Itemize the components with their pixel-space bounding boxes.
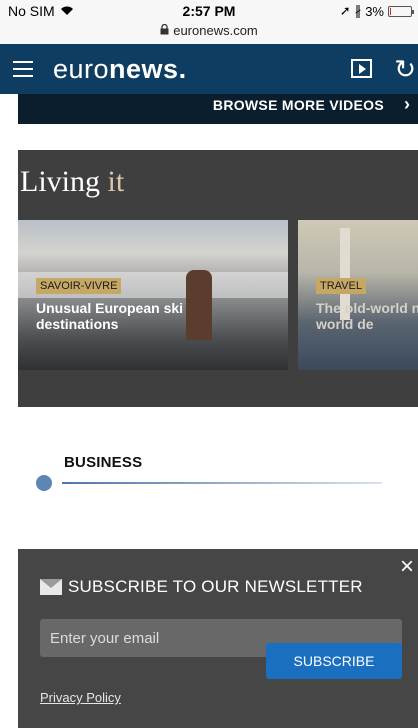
logo-prefix: euro <box>53 53 110 84</box>
status-right: ➚ ∦ 3% <box>339 3 414 19</box>
subscribe-button[interactable]: SUBSCRIBE <box>266 643 402 679</box>
article-card[interactable]: TRAVEL The old-world new-world de <box>298 220 418 370</box>
browse-more-videos[interactable]: BROWSE MORE VIDEOS › <box>18 94 418 124</box>
business-divider <box>62 482 382 484</box>
article-title[interactable]: The old-world new-world de <box>316 300 418 332</box>
section-title: Living it <box>20 165 124 199</box>
newsletter-title: SUBSCRIBE TO OUR NEWSLETTER <box>68 577 363 596</box>
menu-icon[interactable] <box>13 61 33 77</box>
newsletter-title-row: SUBSCRIBE TO OUR NEWSLETTER <box>40 577 363 597</box>
url-text: euronews.com <box>173 23 258 38</box>
battery-percent: 3% <box>365 3 384 19</box>
battery-fill <box>390 7 391 15</box>
location-icon: ➚ <box>339 3 351 18</box>
chevron-right-icon: › <box>404 94 410 114</box>
newsletter-panel: × SUBSCRIBE TO OUR NEWSLETTER Privacy Po… <box>18 549 418 728</box>
address-bar[interactable]: euronews.com <box>0 23 418 38</box>
section-title-accent: it <box>107 165 125 198</box>
article-card[interactable]: SAVOIR-VIVRE Unusual European ski destin… <box>18 220 288 370</box>
battery-icon <box>388 5 414 17</box>
logo-suffix: news. <box>109 53 187 84</box>
site-logo[interactable]: euronews. <box>53 54 187 85</box>
bluetooth-icon: ∦ <box>354 3 362 18</box>
site-header: euronews. ↻ <box>0 44 418 94</box>
mail-icon <box>40 579 62 595</box>
close-icon[interactable]: × <box>400 555 414 579</box>
browse-more-label: BROWSE MORE VIDEOS <box>212 97 384 113</box>
refresh-icon[interactable]: ↻ <box>394 54 416 85</box>
privacy-policy-link[interactable]: Privacy Policy <box>40 690 121 705</box>
lock-icon <box>160 23 169 38</box>
business-heading[interactable]: BUSINESS <box>64 454 142 471</box>
living-it-section: Living it SAVOIR-VIVRE Unusual European … <box>18 150 418 407</box>
category-tag[interactable]: SAVOIR-VIVRE <box>36 278 122 294</box>
business-dot <box>36 475 52 491</box>
video-icon[interactable] <box>351 59 372 78</box>
status-bar: No SIM 2:57 PM euronews.com ➚ ∦ 3% <box>0 0 418 44</box>
section-title-main: Living <box>20 165 100 198</box>
article-title[interactable]: Unusual European ski destinations <box>36 300 236 332</box>
category-tag[interactable]: TRAVEL <box>316 278 366 294</box>
